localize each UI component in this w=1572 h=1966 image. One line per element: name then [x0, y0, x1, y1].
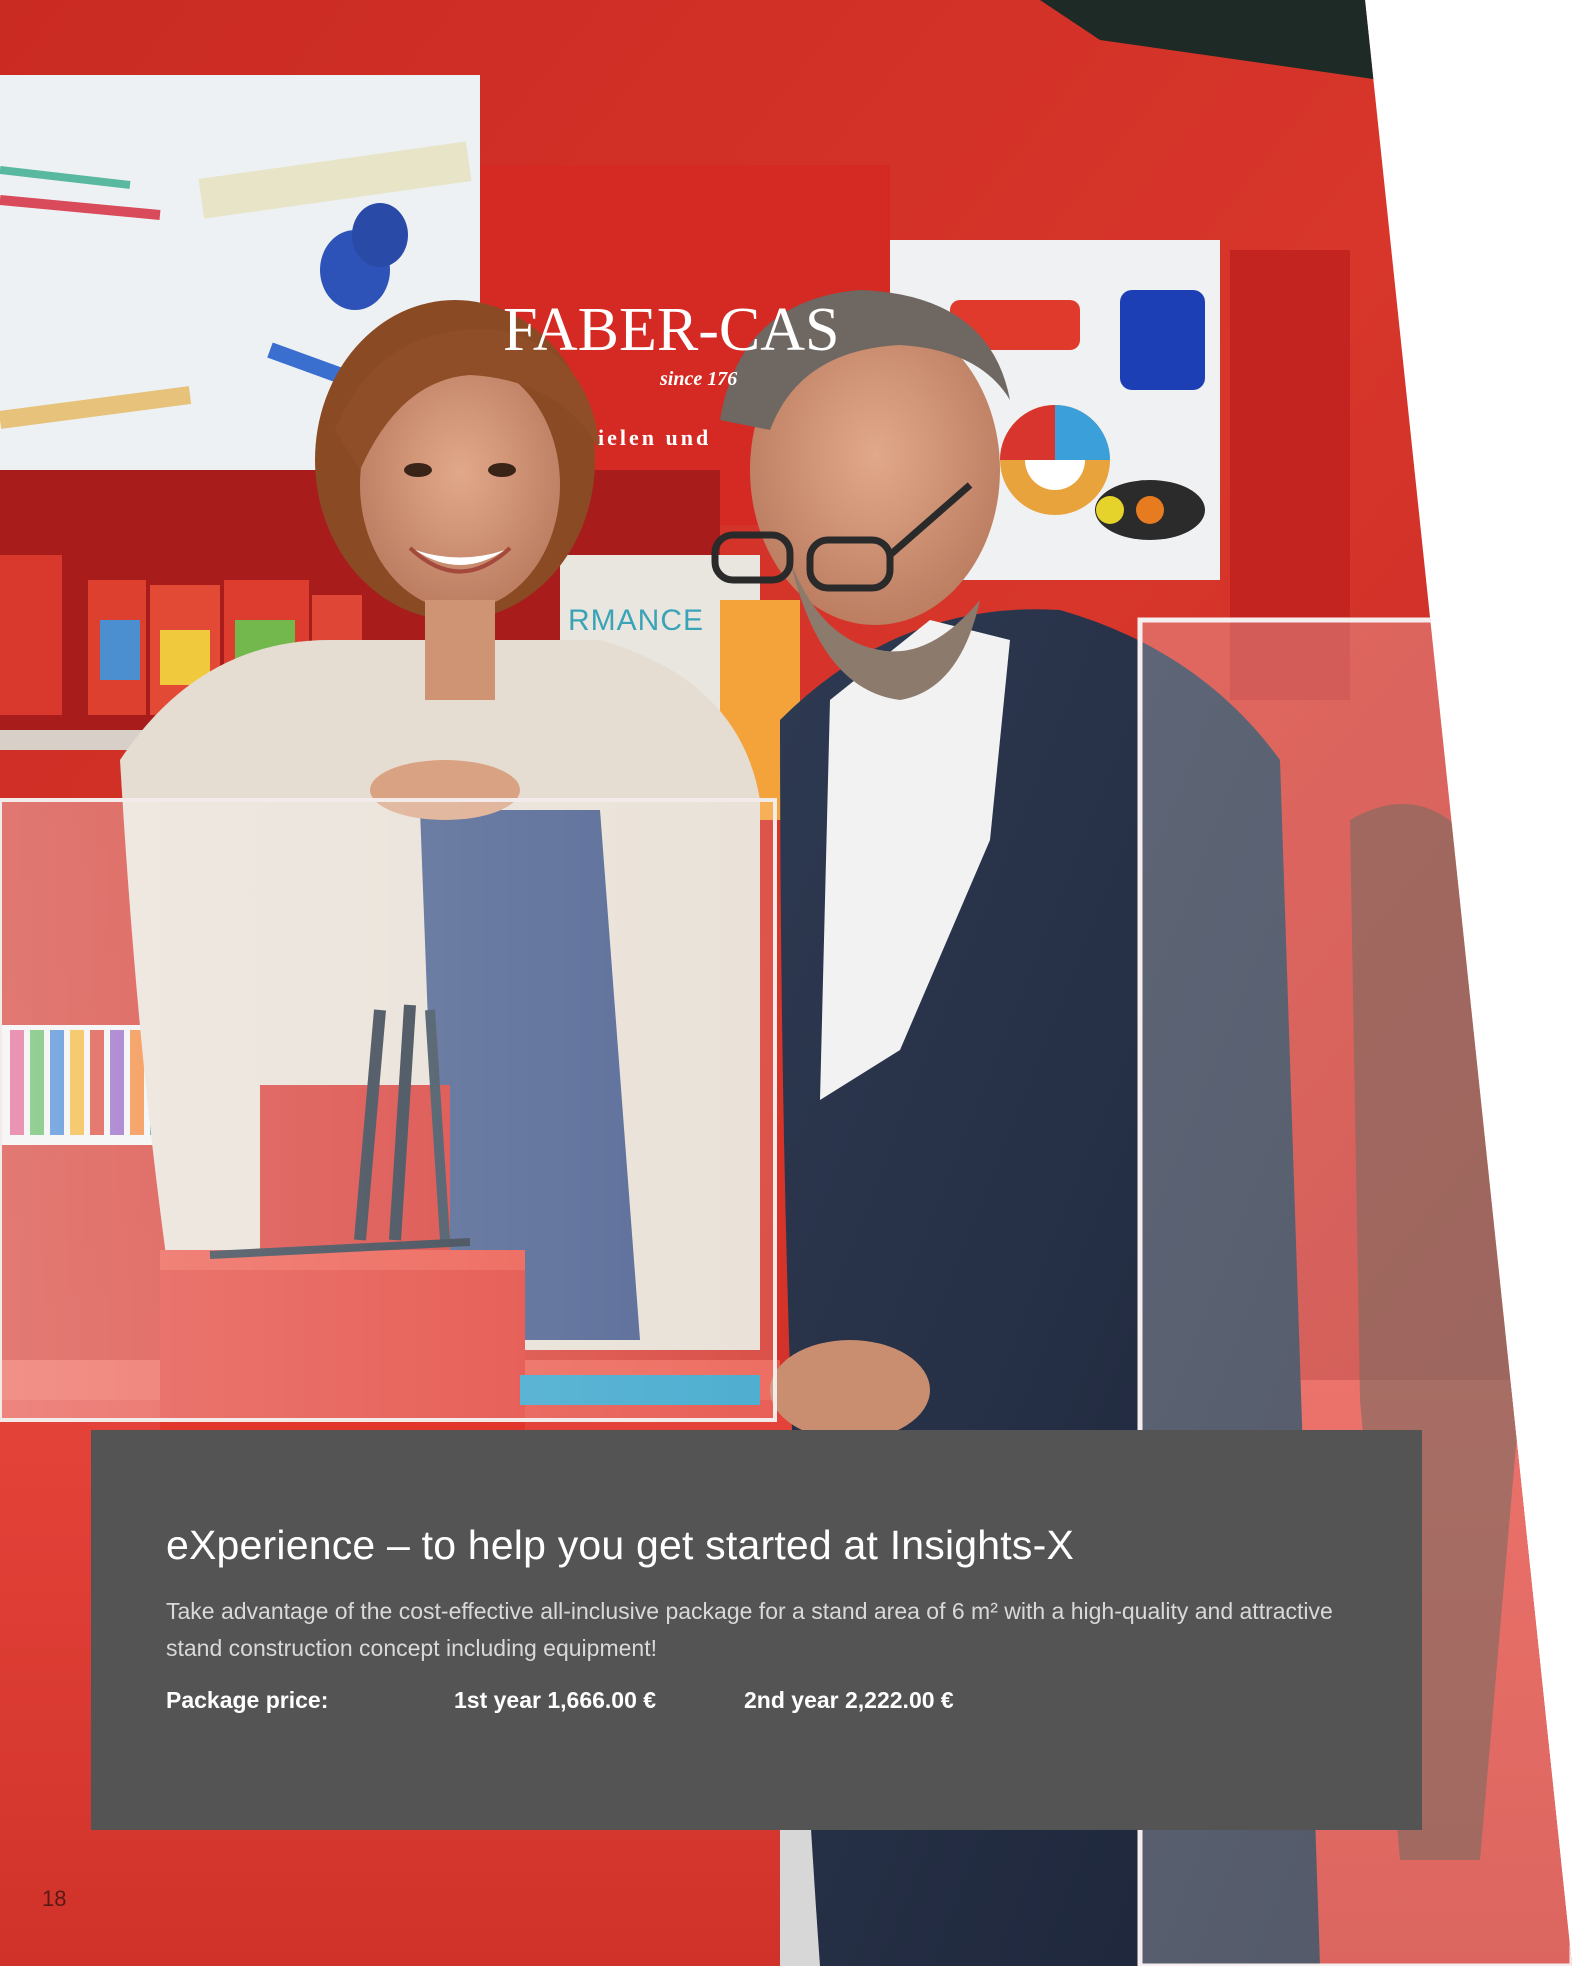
price-year-2: 2nd year 2,222.00 € — [744, 1687, 954, 1713]
brand-since-text: since 176 — [659, 368, 737, 390]
info-description: Take advantage of the cost-effective all… — [166, 1598, 1333, 1661]
page-number: 18 — [42, 1886, 67, 1911]
brand-logo-text: FABER-CAS — [503, 296, 840, 364]
price-row: Package price: 1st year 1,666.00 € 2nd y… — [166, 1687, 1347, 1714]
sign-text: RMANCE — [568, 604, 704, 637]
info-box: eXperience – to help you get started at … — [91, 1430, 1422, 1830]
price-year-1: 1st year 1,666.00 € — [454, 1687, 657, 1713]
glass-case-left — [0, 798, 777, 1422]
price-label: Package price: — [166, 1687, 329, 1713]
brand-slogan-text: ielen und — [598, 425, 711, 450]
info-title: eXperience – to help you get started at … — [166, 1522, 1074, 1568]
